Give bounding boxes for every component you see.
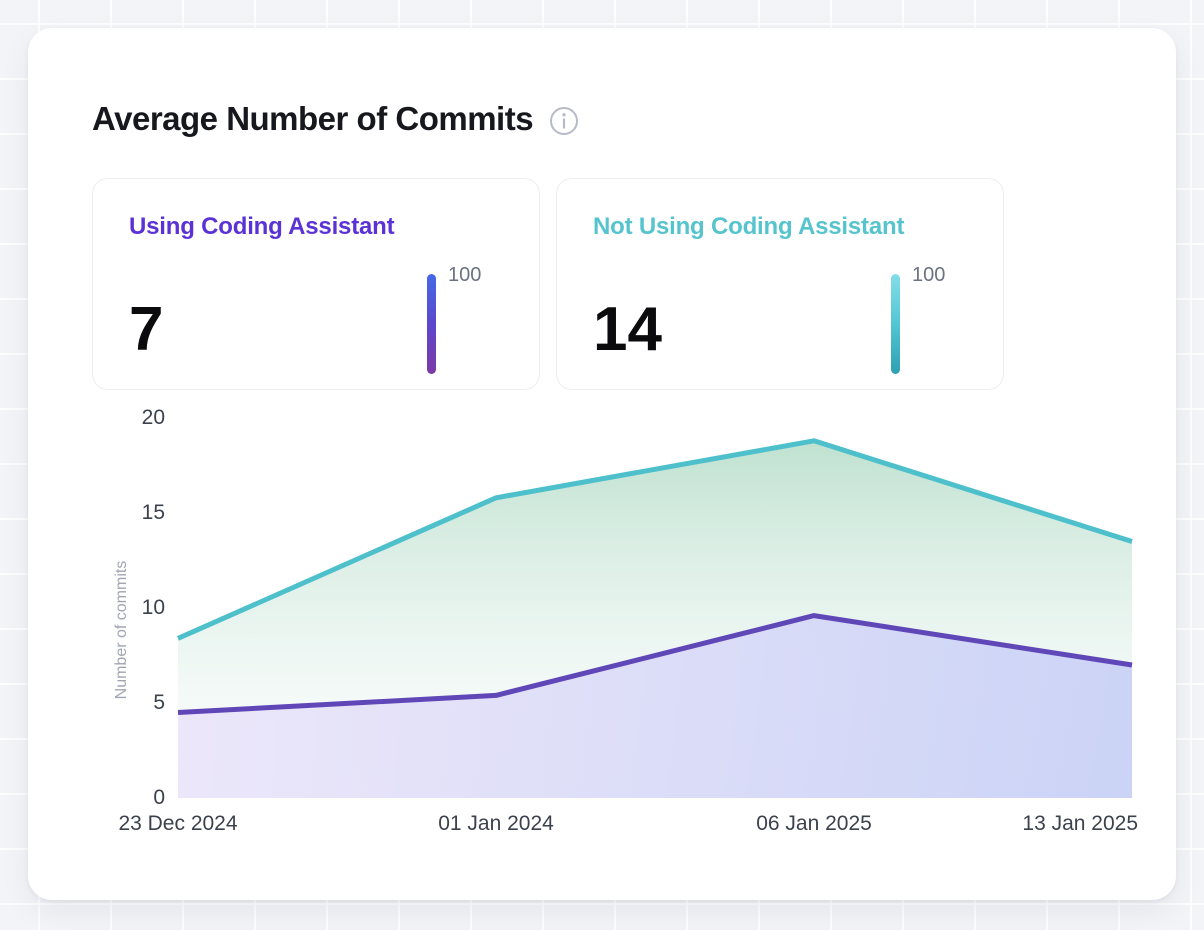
average-commits-card: Average Number of Commits Using Coding A… bbox=[28, 28, 1176, 900]
commits-area-chart[interactable] bbox=[28, 28, 1176, 900]
page-background: { "header": { "title": "Average Number o… bbox=[0, 0, 1204, 930]
chart-region: 0510152023 Dec 202401 Jan 202406 Jan 202… bbox=[28, 28, 1176, 900]
